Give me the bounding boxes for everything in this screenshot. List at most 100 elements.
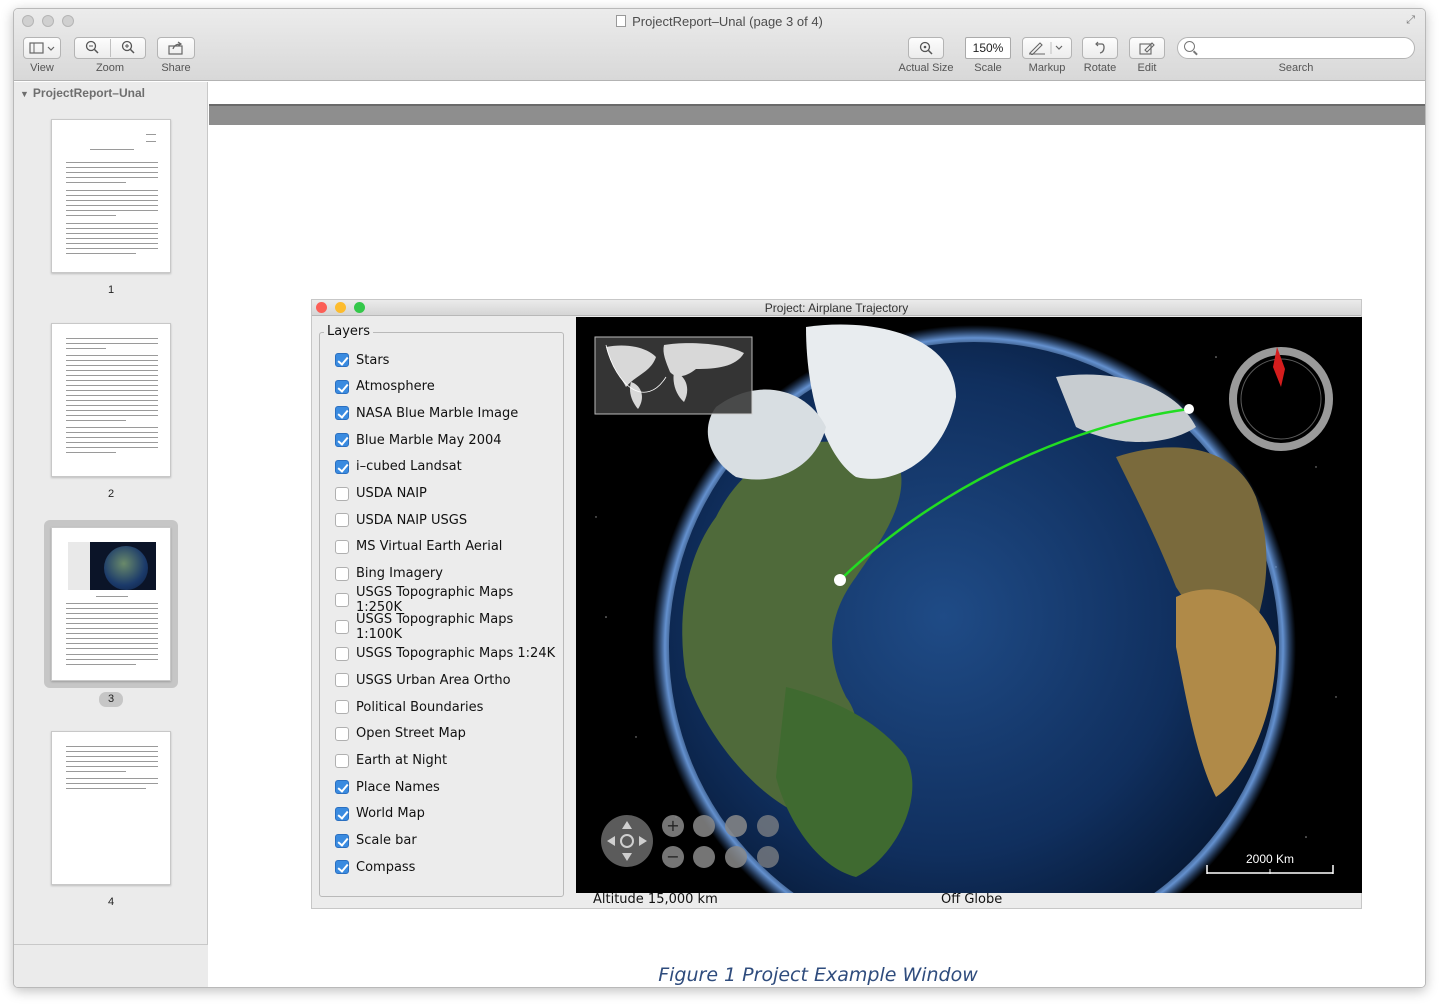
layer-item[interactable]: Scale bar — [335, 831, 417, 851]
layer-label: Place Names — [356, 779, 440, 795]
layer-label: Earth at Night — [356, 753, 448, 768]
layer-item[interactable]: Stars — [335, 350, 389, 370]
actual-size-icon — [919, 41, 933, 55]
sidebar-footer — [14, 944, 208, 987]
edit-label: Edit — [1137, 62, 1157, 74]
layer-item[interactable]: NASA Blue Marble Image — [335, 403, 518, 423]
layer-checkbox[interactable] — [335, 753, 349, 768]
edit-button[interactable] — [1129, 37, 1165, 59]
layer-label: USGS Topographic Maps 1:24K — [356, 646, 556, 662]
layer-checkbox[interactable] — [335, 566, 349, 581]
layer-label: Political Boundaries — [356, 699, 484, 715]
actual-size-button[interactable] — [908, 37, 944, 59]
altitude-readout: Altitude 15,000 km — [593, 892, 718, 907]
zoom-in-icon[interactable] — [110, 40, 145, 57]
edit-icon — [1139, 42, 1155, 55]
layer-checkbox[interactable] — [335, 620, 349, 634]
page-thumbnail-3[interactable] — [51, 527, 171, 681]
scale-label: Scale — [974, 62, 1002, 74]
page-thumbnail-2[interactable] — [51, 323, 171, 477]
page-break — [209, 104, 1425, 125]
scale-bar — [1206, 865, 1334, 874]
search-label: Search — [1278, 62, 1314, 74]
layer-checkbox[interactable] — [335, 353, 349, 367]
layer-label: Stars — [356, 352, 390, 368]
layer-checkbox[interactable] — [335, 780, 349, 795]
layer-item[interactable]: USGS Topographic Maps 1:100K — [335, 612, 563, 642]
globe-view: + − 2000 Km — [576, 317, 1362, 893]
layer-checkbox[interactable] — [335, 379, 349, 394]
sidebar-document-title[interactable]: ▼ ProjectReport–Unal — [20, 86, 145, 100]
zoom-out-icon[interactable] — [75, 40, 110, 57]
layer-checkbox[interactable] — [335, 833, 349, 848]
page-thumbnail-1[interactable] — [51, 119, 171, 273]
layer-checkbox[interactable] — [335, 860, 349, 875]
rotate-left-control-icon — [693, 815, 715, 837]
layers-panel: Layers Stars Atmosphere NASA Blue Marble I… — [319, 324, 564, 897]
layer-checkbox[interactable] — [335, 459, 349, 474]
layer-item[interactable]: USGS Topographic Maps 1:24K — [335, 644, 555, 664]
layer-checkbox[interactable] — [335, 726, 349, 741]
layer-item[interactable]: Blue Marble May 2004 — [335, 430, 502, 450]
disclosure-triangle-icon[interactable]: ▼ — [20, 89, 29, 99]
view-button[interactable] — [23, 37, 61, 59]
layer-checkbox[interactable] — [335, 486, 349, 501]
page-number-3: 3 — [99, 692, 123, 707]
layer-item[interactable]: Bing Imagery — [335, 564, 443, 584]
trajectory-end-point — [1184, 404, 1194, 414]
layer-label: i–cubed Landsat — [356, 459, 462, 475]
figure-zoom-button — [354, 302, 365, 313]
layer-checkbox[interactable] — [335, 806, 349, 821]
layer-label: Scale bar — [356, 833, 417, 849]
markup-pen-icon — [1029, 42, 1063, 55]
page-thumbnail-4[interactable] — [51, 731, 171, 885]
layer-label: Blue Marble May 2004 — [356, 432, 502, 448]
position-readout: Off Globe — [941, 892, 1003, 907]
rotate-button[interactable] — [1082, 37, 1118, 59]
trajectory-start-point — [834, 574, 846, 586]
layer-checkbox[interactable] — [335, 513, 349, 528]
search-field[interactable] — [1177, 37, 1415, 59]
layer-checkbox[interactable] — [335, 433, 349, 448]
layer-item[interactable]: Earth at Night — [335, 751, 447, 771]
layer-item[interactable]: USGS Urban Area Ortho — [335, 670, 511, 690]
figure-app-title: Project: Airplane Trajectory — [764, 301, 909, 315]
rotate-right-control-icon — [693, 846, 715, 868]
layer-item[interactable]: USDA NAIP — [335, 484, 427, 504]
layer-item[interactable]: Compass — [335, 857, 415, 877]
layer-item[interactable]: Political Boundaries — [335, 697, 483, 717]
layer-checkbox[interactable] — [335, 700, 349, 715]
layer-item[interactable]: Place Names — [335, 777, 440, 797]
layer-checkbox[interactable] — [335, 646, 349, 661]
layer-item[interactable]: USGS Topographic Maps 1:250K — [335, 585, 563, 615]
layer-item[interactable]: MS Virtual Earth Aerial — [335, 537, 502, 557]
figure-window-controls — [316, 302, 365, 313]
layer-checkbox[interactable] — [335, 593, 349, 608]
scale-bar-label: 2000 Km — [1246, 852, 1294, 866]
document-view[interactable]: Project: Airplane Trajectory Layers Star… — [209, 82, 1425, 987]
window-title: ProjectReport–Unal (page 3 of 4) — [14, 14, 1425, 29]
toolbar: ProjectReport–Unal (page 3 of 4) ⤢ View … — [14, 9, 1425, 81]
figure-minimize-button — [335, 302, 346, 313]
rotate-label: Rotate — [1083, 62, 1117, 74]
fullscreen-icon[interactable]: ⤢ — [1406, 14, 1415, 27]
rotate-icon — [1095, 41, 1105, 54]
figure-app-titlebar: Project: Airplane Trajectory — [312, 300, 1361, 316]
layer-item[interactable]: USDA NAIP USGS — [335, 510, 467, 530]
layer-item[interactable]: World Map — [335, 804, 425, 824]
layer-item[interactable]: Open Street Map — [335, 724, 466, 744]
scale-field[interactable]: 150% — [965, 37, 1011, 59]
zoom-label: Zoom — [95, 62, 125, 74]
layer-label: Open Street Map — [356, 726, 466, 742]
layer-checkbox[interactable] — [335, 406, 349, 421]
page-number-2: 2 — [107, 488, 115, 500]
markup-button[interactable] — [1022, 37, 1072, 59]
layer-item[interactable]: Atmosphere — [335, 377, 435, 397]
layer-checkbox[interactable] — [335, 539, 349, 554]
figure-caption: Figure 1 Project Example Window — [658, 964, 978, 986]
layer-item[interactable]: i–cubed Landsat — [335, 457, 462, 477]
layer-checkbox[interactable] — [335, 673, 349, 688]
document-icon — [616, 15, 627, 27]
thumbnail-figure — [68, 542, 156, 590]
share-button[interactable] — [157, 37, 195, 59]
